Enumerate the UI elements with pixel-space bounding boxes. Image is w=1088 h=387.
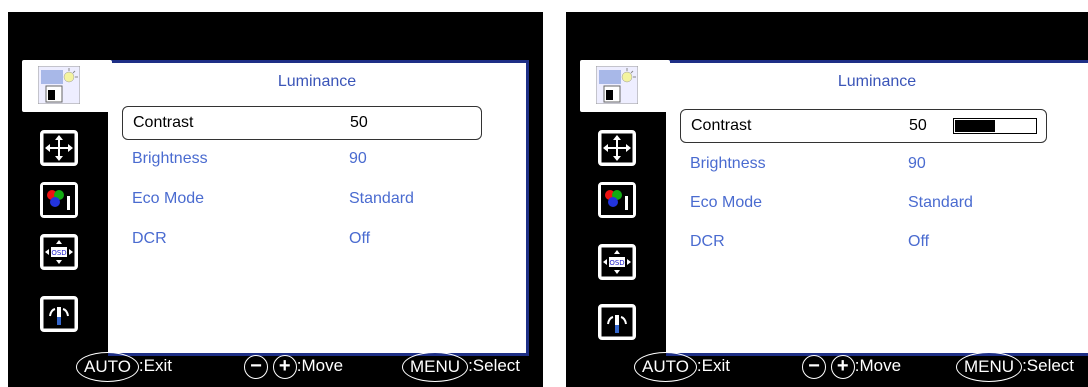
panel-title: Luminance (277, 73, 357, 90)
osd-setup-icon: OSD (42, 236, 76, 268)
eco-mode-label: Eco Mode (690, 194, 763, 211)
eco-mode-label: Eco Mode (132, 190, 205, 207)
plus-key[interactable]: + (272, 354, 297, 379)
move-arrows-icon (600, 132, 634, 164)
move-arrows-icon (42, 132, 76, 164)
luminance-icon (596, 66, 638, 104)
footer-hints: AUTO:Exit − +:Move MENU:Select (8, 349, 543, 383)
contrast-value: 50 (909, 117, 927, 134)
menu-row-contrast[interactable]: Contrast 50 (122, 106, 482, 140)
auto-key[interactable]: AUTO (76, 351, 139, 382)
plus-key[interactable]: + (830, 354, 855, 379)
sidebar-item-color[interactable] (40, 182, 78, 218)
hint-move: − +:Move (802, 349, 901, 383)
osd-screen-left: OSD Luminance Contrast 50 Brightness 90 … (8, 12, 543, 387)
osd-screen-right: OSD Luminance Contrast 50 Brightness 90 (566, 12, 1088, 387)
brightness-value: 90 (908, 155, 926, 172)
menu-row-eco-mode[interactable]: Eco Mode Standard (680, 187, 1045, 219)
exit-label: :Exit (696, 356, 730, 375)
sidebar-item-extra[interactable] (598, 304, 636, 340)
dcr-label: DCR (132, 230, 167, 247)
hint-exit: AUTO:Exit (76, 349, 172, 383)
auto-key[interactable]: AUTO (634, 351, 697, 382)
dcr-label: DCR (690, 233, 725, 250)
eco-mode-value: Standard (908, 194, 973, 211)
move-label: :Move (854, 356, 902, 375)
menu-row-brightness[interactable]: Brightness 90 (680, 148, 1045, 180)
minus-key[interactable]: − (244, 354, 268, 379)
menu-row-contrast[interactable]: Contrast 50 (680, 109, 1047, 143)
dcr-value: Off (908, 233, 930, 250)
hint-select: MENU:Select (402, 349, 520, 383)
select-label: :Select (1022, 356, 1075, 375)
sidebar-item-osd-setup[interactable]: OSD (40, 234, 78, 270)
exit-label: :Exit (138, 356, 172, 375)
svg-text:OSD: OSD (609, 259, 624, 267)
brightness-label: Brightness (690, 155, 766, 172)
color-temp-icon (601, 185, 633, 215)
menu-row-dcr[interactable]: DCR Off (680, 226, 1045, 258)
hint-move: − +:Move (244, 349, 343, 383)
select-label: :Select (468, 356, 521, 375)
menu-row-dcr[interactable]: DCR Off (122, 223, 480, 255)
menu-row-brightness[interactable]: Brightness 90 (122, 143, 480, 175)
contrast-value: 50 (350, 114, 368, 131)
svg-text:OSD: OSD (51, 249, 66, 257)
sidebar-item-color[interactable] (598, 182, 636, 218)
contrast-label: Contrast (133, 114, 194, 131)
panel-title: Luminance (837, 73, 917, 90)
extra-icon (600, 306, 634, 338)
menu-key[interactable]: MENU (402, 351, 469, 382)
osd-setup-icon: OSD (600, 246, 634, 278)
footer-hints: AUTO:Exit − +:Move MENU:Select (566, 349, 1088, 383)
sidebar-item-image-setup[interactable] (40, 130, 78, 166)
settings-panel: Luminance Contrast 50 Brightness 90 Eco … (108, 60, 529, 356)
brightness-value: 90 (349, 150, 367, 167)
color-temp-icon (43, 185, 75, 215)
luminance-icon (38, 66, 80, 104)
sidebar-item-osd-setup[interactable]: OSD (598, 244, 636, 280)
minus-key[interactable]: − (802, 354, 826, 379)
contrast-label: Contrast (691, 117, 752, 134)
hint-exit: AUTO:Exit (634, 349, 730, 383)
settings-panel: Luminance Contrast 50 Brightness 90 Eco … (666, 60, 1088, 356)
menu-key[interactable]: MENU (956, 351, 1023, 382)
sidebar-item-image-setup[interactable] (598, 130, 636, 166)
menu-row-eco-mode[interactable]: Eco Mode Standard (122, 183, 480, 215)
extra-icon (42, 298, 76, 330)
contrast-slider-fill (955, 120, 995, 132)
dcr-value: Off (349, 230, 371, 247)
tab-luminance[interactable] (580, 60, 670, 112)
hint-select: MENU:Select (956, 349, 1074, 383)
brightness-label: Brightness (132, 150, 208, 167)
contrast-slider[interactable] (953, 118, 1037, 134)
eco-mode-value: Standard (349, 190, 414, 207)
tab-luminance[interactable] (22, 60, 112, 112)
sidebar-item-extra[interactable] (40, 296, 78, 332)
move-label: :Move (296, 356, 344, 375)
